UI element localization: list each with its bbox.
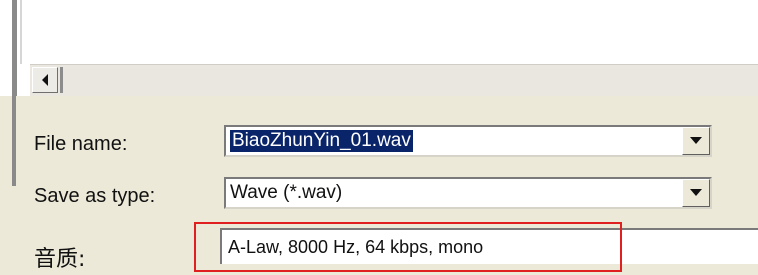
save-as-type-value[interactable]: Wave (*.wav) <box>230 182 342 204</box>
scroll-left-arrow-icon <box>42 74 48 86</box>
annotation-highlight-box <box>194 222 622 272</box>
file-list-edge <box>20 0 22 64</box>
dropdown-arrow-icon <box>690 137 702 144</box>
save-as-type-combobox[interactable]: Wave (*.wav) <box>224 177 712 209</box>
dropdown-arrow-icon <box>690 189 702 196</box>
save-as-type-dropdown-button[interactable] <box>682 179 710 207</box>
scroll-left-button[interactable] <box>32 67 58 93</box>
file-name-value[interactable]: BiaoZhunYin_01.wav <box>230 130 413 152</box>
file-name-combobox[interactable]: BiaoZhunYin_01.wav <box>224 125 712 157</box>
file-list-area[interactable] <box>0 0 758 64</box>
scrollbar-thumb-edge[interactable] <box>60 67 63 93</box>
file-name-label: File name: <box>34 133 128 155</box>
quality-label: 音质: <box>34 247 86 272</box>
file-name-dropdown-button[interactable] <box>682 127 710 155</box>
save-as-type-label: Save as type: <box>34 185 156 207</box>
file-list-border <box>12 0 17 96</box>
horizontal-scrollbar[interactable] <box>30 64 758 96</box>
save-dialog-fragment: File name: BiaoZhunYin_01.wav Save as ty… <box>0 0 758 275</box>
panel-border <box>12 96 16 186</box>
